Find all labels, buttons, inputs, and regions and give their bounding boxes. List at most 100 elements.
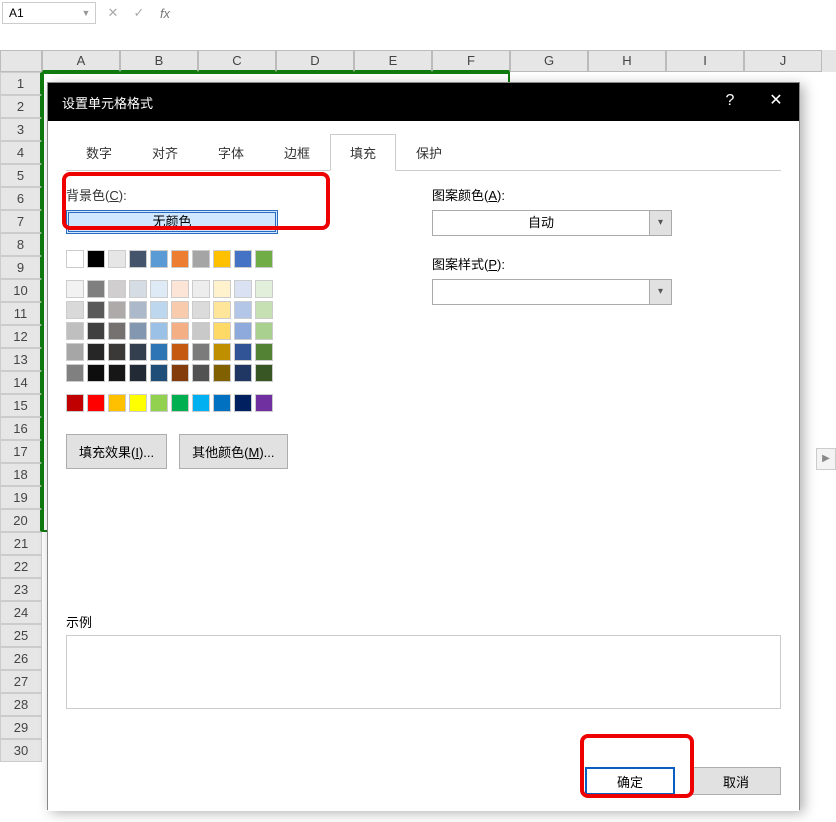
color-swatch[interactable] [108,250,126,268]
chevron-down-icon[interactable]: ▾ [649,211,671,235]
column-header[interactable]: B [120,50,198,72]
close-button[interactable]: ✕ [753,83,799,121]
column-header[interactable]: H [588,50,666,72]
pattern-style-dropdown[interactable]: ▾ [432,279,672,305]
chevron-down-icon[interactable]: ▾ [649,280,671,304]
help-button[interactable]: ? [707,83,753,121]
column-header[interactable]: C [198,50,276,72]
color-swatch[interactable] [108,394,126,412]
color-swatch[interactable] [192,322,210,340]
color-swatch[interactable] [255,364,273,382]
color-swatch[interactable] [66,394,84,412]
name-box-dropdown-icon[interactable]: ▼ [77,3,95,23]
color-swatch[interactable] [87,364,105,382]
color-swatch[interactable] [234,301,252,319]
row-header[interactable]: 10 [0,279,42,302]
color-swatch[interactable] [192,394,210,412]
column-header[interactable]: G [510,50,588,72]
color-swatch[interactable] [150,394,168,412]
color-swatch[interactable] [108,364,126,382]
color-swatch[interactable] [213,280,231,298]
row-header[interactable]: 24 [0,601,42,624]
color-swatch[interactable] [255,250,273,268]
color-swatch[interactable] [87,343,105,361]
row-header[interactable]: 15 [0,394,42,417]
row-header[interactable]: 3 [0,118,42,141]
row-header[interactable]: 19 [0,486,42,509]
row-header[interactable]: 2 [0,95,42,118]
color-swatch[interactable] [171,394,189,412]
color-swatch[interactable] [87,322,105,340]
color-swatch[interactable] [129,394,147,412]
color-swatch[interactable] [234,394,252,412]
no-color-button[interactable]: 无颜色 [66,210,278,234]
color-swatch[interactable] [234,364,252,382]
scroll-right-icon[interactable]: ▶ [816,448,836,470]
color-swatch[interactable] [108,343,126,361]
color-swatch[interactable] [87,280,105,298]
tab-数字[interactable]: 数字 [66,134,132,171]
row-header[interactable]: 25 [0,624,42,647]
color-swatch[interactable] [150,343,168,361]
color-swatch[interactable] [66,280,84,298]
tab-对齐[interactable]: 对齐 [132,134,198,171]
color-swatch[interactable] [192,364,210,382]
row-header[interactable]: 5 [0,164,42,187]
row-header[interactable]: 21 [0,532,42,555]
color-swatch[interactable] [255,322,273,340]
row-header[interactable]: 27 [0,670,42,693]
color-swatch[interactable] [108,301,126,319]
color-swatch[interactable] [234,322,252,340]
tab-字体[interactable]: 字体 [198,134,264,171]
color-swatch[interactable] [234,250,252,268]
color-swatch[interactable] [150,280,168,298]
color-swatch[interactable] [255,301,273,319]
cancel-button[interactable]: 取消 [691,767,781,795]
color-swatch[interactable] [213,250,231,268]
tab-保护[interactable]: 保护 [396,134,462,171]
ok-button[interactable]: 确定 [585,767,675,795]
color-swatch[interactable] [192,250,210,268]
color-swatch[interactable] [213,364,231,382]
color-swatch[interactable] [129,280,147,298]
row-header[interactable]: 20 [0,509,42,532]
color-swatch[interactable] [213,343,231,361]
color-swatch[interactable] [108,322,126,340]
color-swatch[interactable] [255,343,273,361]
row-header[interactable]: 9 [0,256,42,279]
column-header[interactable]: F [432,50,510,72]
row-header[interactable]: 7 [0,210,42,233]
color-swatch[interactable] [87,250,105,268]
row-header[interactable]: 1 [0,72,42,95]
select-all-corner[interactable] [0,50,42,72]
column-header[interactable]: D [276,50,354,72]
color-swatch[interactable] [171,364,189,382]
color-swatch[interactable] [150,364,168,382]
color-swatch[interactable] [171,322,189,340]
color-swatch[interactable] [171,301,189,319]
color-swatch[interactable] [255,394,273,412]
row-header[interactable]: 26 [0,647,42,670]
color-swatch[interactable] [171,250,189,268]
fx-icon[interactable]: fx [152,6,178,21]
color-swatch[interactable] [234,280,252,298]
fill-effects-button[interactable]: 填充效果(I)... [66,434,167,469]
color-swatch[interactable] [66,301,84,319]
color-swatch[interactable] [108,280,126,298]
color-swatch[interactable] [234,343,252,361]
tab-边框[interactable]: 边框 [264,134,330,171]
color-swatch[interactable] [66,322,84,340]
color-swatch[interactable] [66,364,84,382]
column-header[interactable]: E [354,50,432,72]
row-header[interactable]: 14 [0,371,42,394]
color-swatch[interactable] [87,394,105,412]
row-header[interactable]: 30 [0,739,42,762]
color-swatch[interactable] [66,343,84,361]
column-header[interactable]: J [744,50,822,72]
name-box[interactable]: A1 ▼ [2,2,96,24]
row-header[interactable]: 18 [0,463,42,486]
color-swatch[interactable] [213,301,231,319]
row-header[interactable]: 8 [0,233,42,256]
color-swatch[interactable] [171,280,189,298]
color-swatch[interactable] [150,322,168,340]
